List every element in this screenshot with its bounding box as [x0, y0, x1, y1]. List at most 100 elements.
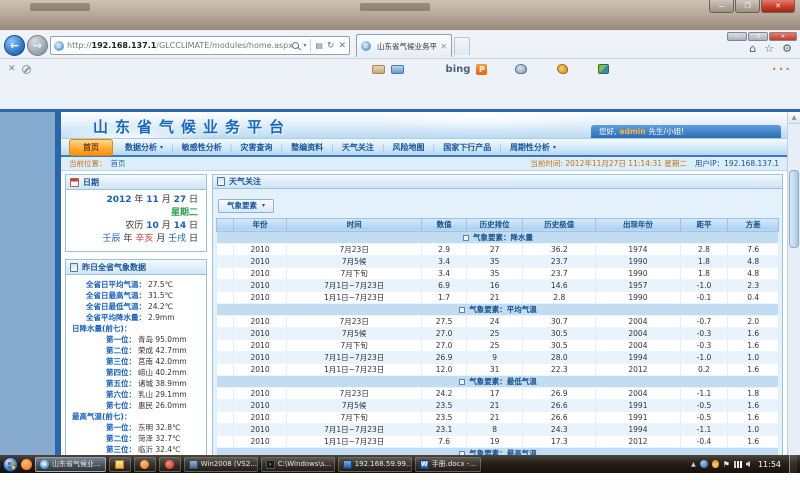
row-checkbox-cell [217, 279, 234, 291]
taskbar-window-button[interactable]: ›C:\Windows\s... [261, 457, 335, 472]
restore-button[interactable]: ❒ [735, 0, 760, 13]
rank-section-title: 日降水量(前七)： [68, 323, 203, 334]
home-icon[interactable]: ⌂ [749, 42, 756, 55]
scrollbar-thumb[interactable] [789, 170, 799, 248]
settings-gear-icon[interactable]: ⚙ [782, 42, 792, 55]
close-button[interactable]: ✕ [761, 0, 795, 13]
table-row[interactable]: 20107月5候3.43523.719901.84.8 [217, 255, 779, 267]
taskbar-clock[interactable]: 11:54 [758, 460, 781, 469]
nav-item-1[interactable]: 首页 [69, 139, 113, 156]
table-row[interactable]: 20107月23日2.92736.219742.87.6 [217, 243, 779, 255]
rank-label: 第二位： [68, 433, 136, 444]
table-row[interactable]: 20107月下旬27.02530.52004-0.31.6 [217, 339, 779, 351]
tray-app-icon[interactable] [700, 460, 708, 468]
taskbar-window-button[interactable] [134, 457, 156, 472]
table-row[interactable]: 20101月1日~7月23日7.61917.32012-0.41.6 [217, 435, 779, 447]
nav-item-2[interactable]: 数据分析▾ [117, 140, 171, 155]
toolbar-puzzle-icon[interactable] [598, 64, 609, 74]
table-row[interactable]: 20101月1日~7月23日12.03122.320120.21.6 [217, 363, 779, 375]
table-row[interactable]: 20107月23日27.52430.72004-0.72.0 [217, 315, 779, 327]
checkbox-icon[interactable] [459, 307, 465, 313]
row-checkbox-cell [217, 291, 234, 303]
favorites-star-icon[interactable]: ☆ [764, 42, 774, 55]
table-cell: 31 [467, 363, 523, 375]
element-filter-button[interactable]: 气象要素▾ [218, 199, 274, 213]
browser-tab[interactable]: e 山东省气候业务平... ✕ [356, 34, 452, 57]
tray-notification-icon[interactable] [712, 460, 719, 468]
nav-item-7[interactable]: 风险地图 [385, 140, 433, 155]
table-row[interactable]: 20107月下旬3.43523.719901.84.8 [217, 267, 779, 279]
compatibility-view-icon[interactable]: ▤ [315, 41, 323, 50]
table-row[interactable]: 20107月1日~7月23日23.1824.31994-1.11.0 [217, 423, 779, 435]
table-row[interactable]: 20101月1日~7月23日1.7212.81990-0.10.4 [217, 291, 779, 303]
address-bar[interactable]: e http://192.168.137.1/GLCCLIMATE/module… [50, 36, 350, 55]
toolbar-overflow-dots[interactable]: ••• [772, 65, 792, 74]
rank-row: 第七位：惠民 26.0mm [68, 400, 203, 411]
table-row[interactable]: 20107月下旬23.52126.61991-0.51.6 [217, 411, 779, 423]
action-center-flag-icon[interactable]: ⚑ [723, 460, 730, 469]
show-desktop-button[interactable] [789, 455, 797, 473]
table-cell: 1990 [596, 291, 680, 303]
rank-value: 诸城 38.9mm [136, 378, 187, 389]
refresh-icon[interactable]: ↻ [327, 41, 335, 51]
table-row[interactable]: 20107月5候27.02530.52004-0.31.6 [217, 327, 779, 339]
search-icon[interactable] [292, 42, 299, 49]
taskbar-window-button[interactable] [159, 457, 181, 472]
chevron-down-icon[interactable]: ▾ [303, 42, 306, 49]
url-text[interactable]: http://192.168.137.1/GLCCLIMATE/modules/… [67, 41, 292, 50]
forward-button[interactable]: → [27, 35, 48, 56]
nav-item-4[interactable]: 灾害查询 [232, 140, 280, 155]
close-toolbar-icon[interactable]: ✕ [8, 64, 16, 74]
nav-item-3[interactable]: 敏感性分析 [174, 140, 230, 155]
start-button[interactable] [3, 457, 18, 472]
new-tab-button[interactable] [454, 37, 470, 55]
taskbar-window-button[interactable]: W手册.docx -... [415, 457, 481, 472]
rank-value: 临沂 32.4℃ [136, 444, 181, 455]
table-row[interactable]: 20107月23日24.21726.92004-1.11.8 [217, 387, 779, 399]
taskbar-window-button[interactable] [109, 457, 131, 472]
scroll-up-arrow[interactable]: ▲ [788, 112, 800, 124]
browser-toolbar: ✕ bing P ••• [0, 58, 800, 79]
toolbar-card-icon[interactable] [372, 65, 385, 74]
bing-badge-icon[interactable]: P [476, 64, 487, 75]
pinned-app-icon[interactable] [21, 459, 32, 470]
nav-item-8[interactable]: 国家下行产品 [435, 140, 499, 155]
nav-item-5[interactable]: 整编资料 [283, 140, 331, 155]
toolbar-mail-icon[interactable] [391, 65, 404, 74]
table-cell: -1.0 [680, 279, 728, 291]
table-cell: -1.1 [680, 387, 728, 399]
checkbox-icon[interactable] [463, 235, 469, 241]
stop-icon[interactable]: ✕ [338, 41, 346, 51]
red-app-icon [165, 460, 174, 469]
page-scrollbar[interactable]: ▲ ▼ [787, 112, 800, 486]
minimize-button[interactable]: — [709, 0, 734, 13]
column-header: 历史排位 [467, 218, 523, 231]
checkbox-icon[interactable] [459, 379, 465, 385]
toolbar-bird-icon[interactable] [557, 64, 568, 74]
table-cell: -0.1 [680, 291, 728, 303]
group-row[interactable]: 气象要素：最低气温 [217, 375, 779, 387]
table-cell: 8 [467, 423, 523, 435]
nav-item-6[interactable]: 天气关注 [334, 140, 382, 155]
bing-logo[interactable]: bing [446, 64, 471, 75]
table-cell: 1994 [596, 423, 680, 435]
taskbar-window-button[interactable]: e山东省气候业... [35, 457, 106, 472]
blocked-plugin-icon[interactable] [22, 65, 31, 74]
toolbar-badge-icon[interactable] [515, 64, 527, 74]
table-row[interactable]: 20107月1日~7月23日26.9928.01994-1.01.0 [217, 351, 779, 363]
back-button[interactable]: ← [4, 35, 25, 56]
group-row[interactable]: 气象要素：降水量 [217, 231, 779, 243]
speaker-icon[interactable] [746, 461, 750, 467]
location-link[interactable]: 首页 [111, 158, 126, 169]
table-cell: 1月1日~7月23日 [287, 363, 422, 375]
tray-chevron-icon[interactable]: ▲ [691, 461, 696, 468]
group-row[interactable]: 气象要素：平均气温 [217, 303, 779, 315]
nav-item-9[interactable]: 周期性分析▾ [502, 140, 564, 155]
taskbar-window-button[interactable]: 192.168.59.99... [338, 457, 412, 472]
table-cell: 2004 [596, 315, 680, 327]
tab-close-icon[interactable]: ✕ [440, 42, 447, 51]
table-row[interactable]: 20107月5候23.52126.61991-0.51.6 [217, 399, 779, 411]
taskbar-window-button[interactable]: Win2008 (VS2... [184, 457, 258, 472]
table-row[interactable]: 20107月1日~7月23日6.91614.61957-1.02.3 [217, 279, 779, 291]
network-icon[interactable] [734, 461, 742, 468]
